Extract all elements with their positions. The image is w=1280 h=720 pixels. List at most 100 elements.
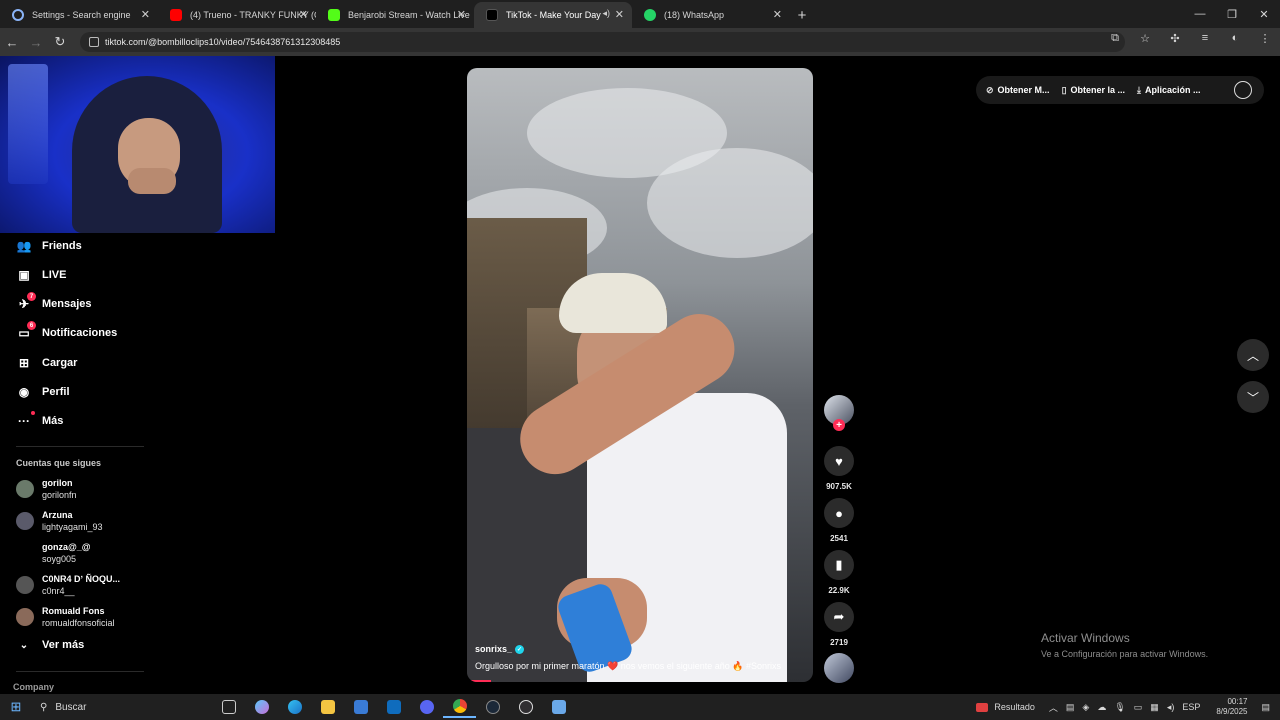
address-bar[interactable]: tiktok.com/@bombilloclips10/video/754643… (80, 32, 1125, 52)
sidebar-item-notifications[interactable]: ▭ 6 Notificaciones (16, 321, 117, 343)
notifications-icon: ▭ 6 (16, 321, 36, 341)
next-video-button[interactable]: ﹀ (1237, 381, 1269, 413)
avatar (16, 480, 34, 498)
windows-taskbar: ⊞ ⚲ Buscar Resultado ︿ ▤ ◈ ☁ 🎙 ▭ ▦ ◂) ES… (0, 694, 1280, 720)
see-more-button[interactable]: ⌄ Ver más (16, 639, 84, 651)
sidebar-item-messages[interactable]: ✈ 7 Mensajes (16, 292, 92, 314)
video-player[interactable]: sonrixs_ ✓ Orgulloso por mi primer marat… (467, 68, 813, 682)
company-link[interactable]: Company (13, 682, 54, 692)
user-avatar[interactable] (1234, 81, 1252, 99)
kick-icon (328, 9, 340, 21)
outlook-icon[interactable] (377, 696, 410, 718)
menu-dots-icon[interactable]: ⋮ (1256, 32, 1274, 45)
forward-icon[interactable]: → (24, 35, 48, 50)
like-button[interactable]: ♥ (824, 446, 854, 476)
activate-windows-watermark: Activar Windows Ve a Configuración para … (1041, 631, 1209, 659)
following-account[interactable]: C0NR4 Dʼ ÑOQU... c0nr4__ (16, 572, 120, 598)
edge-icon[interactable] (278, 696, 311, 718)
obs-icon[interactable] (509, 696, 542, 718)
desktop-app-button[interactable]: ⤓ Aplicación ... (1137, 85, 1201, 96)
taskbar-search[interactable]: ⚲ Buscar (32, 696, 212, 718)
snipping-tool-icon[interactable] (542, 696, 575, 718)
close-icon[interactable]: ✕ (773, 8, 782, 21)
install-app-icon[interactable]: ⧉ (1106, 32, 1124, 45)
previous-video-button[interactable]: ︿ (1237, 339, 1269, 371)
file-explorer-icon[interactable] (311, 696, 344, 718)
new-tab-button[interactable]: + (790, 2, 814, 28)
task-view-icon[interactable] (212, 696, 245, 718)
following-account[interactable]: gonza@_@ soyg005 (16, 540, 91, 566)
webcam-overlay (0, 56, 275, 233)
url-text: tiktok.com/@bombilloclips10/video/754643… (105, 37, 341, 47)
tab-kick[interactable]: Benjarobi Stream - Watch Live ✕ (316, 2, 474, 28)
tray-app-icon[interactable]: ▤ (1066, 702, 1075, 713)
minimize-icon[interactable]: — (1184, 0, 1216, 28)
follow-plus-icon[interactable]: + (833, 419, 845, 431)
microphone-icon[interactable]: 🎙 (1114, 702, 1125, 713)
chevron-up-icon[interactable]: ︿ (1049, 701, 1058, 714)
speaker-icon[interactable]: ◂) (602, 8, 610, 19)
save-button[interactable]: ▮ (824, 550, 854, 580)
close-window-icon[interactable]: ✕ (1248, 0, 1280, 28)
sidebar-item-upload[interactable]: ⊞ Cargar (16, 353, 78, 373)
back-icon[interactable]: ← (0, 35, 24, 50)
tab-whatsapp[interactable]: (18) WhatsApp ✕ (632, 2, 790, 28)
chevron-down-icon: ⌄ (19, 639, 29, 651)
sidebar-item-more[interactable]: ··· Más (16, 411, 63, 431)
network-icon[interactable]: ▦ (1150, 702, 1159, 713)
tab-settings[interactable]: Settings - Search engine ✕ (0, 2, 158, 28)
tab-tiktok[interactable]: TikTok - Make Your Day ◂) ✕ (474, 2, 632, 28)
notification-center-icon[interactable]: ▤ (1261, 702, 1270, 713)
bookmark-star-icon[interactable]: ☆ (1136, 32, 1154, 45)
browser-tab-bar: Settings - Search engine ✕ (4) Trueno - … (0, 0, 1280, 28)
onedrive-icon[interactable]: ☁ (1097, 702, 1106, 713)
store-icon[interactable] (344, 696, 377, 718)
share-count: 2719 (830, 638, 848, 647)
verified-icon: ✓ (515, 644, 525, 654)
whatsapp-icon (644, 9, 656, 21)
language-indicator[interactable]: ESP (1182, 702, 1200, 712)
close-icon[interactable]: ✕ (141, 8, 150, 21)
chevron-up-icon: ︿ (1246, 348, 1259, 363)
get-coins-button[interactable]: ⊘ Obtener M... (986, 85, 1050, 96)
sidebar-item-friends[interactable]: 👥 Friends (16, 236, 82, 256)
following-account[interactable]: Romuald Fons romualdfonsoficial (16, 604, 115, 630)
tray-app-icon[interactable]: ◈ (1082, 702, 1089, 713)
weather-widget[interactable]: Resultado (976, 702, 1035, 712)
sidebar-item-live[interactable]: ▣ LIVE (16, 265, 66, 285)
tab-title: (4) Trueno - TRANKY FUNKY (O (190, 10, 316, 20)
video-author[interactable]: sonrixs_ ✓ (475, 644, 805, 654)
music-disc-avatar[interactable] (824, 653, 854, 683)
profile-icon: ◉ (18, 385, 30, 399)
close-icon[interactable]: ✕ (457, 8, 466, 21)
following-account[interactable]: Arzuna lightyagami_93 (16, 508, 103, 534)
video-progress-bar[interactable] (467, 680, 492, 682)
bookmark-icon: ▮ (835, 557, 843, 572)
phone-icon: ▯ (1061, 84, 1067, 95)
volume-icon[interactable]: ◂) (1167, 702, 1175, 713)
close-icon[interactable]: ✕ (615, 8, 624, 21)
clock[interactable]: 00:17 8/9/2025 (1216, 697, 1247, 717)
maximize-icon[interactable]: ❐ (1216, 0, 1248, 28)
tab-youtube[interactable]: (4) Trueno - TRANKY FUNKY (O ✕ (158, 2, 316, 28)
copilot-icon[interactable] (245, 696, 278, 718)
extensions-icon[interactable]: ✣ (1166, 32, 1184, 45)
steam-icon[interactable] (476, 696, 509, 718)
following-account[interactable]: gorilon gorilonfn (16, 476, 77, 502)
sidebar-item-profile[interactable]: ◉ Perfil (16, 382, 70, 402)
share-button[interactable]: ➦ (824, 602, 854, 632)
reload-icon[interactable]: ↻ (48, 34, 72, 50)
chrome-icon[interactable] (443, 696, 476, 718)
get-app-button[interactable]: ▯ Obtener la ... (1062, 85, 1125, 96)
site-info-icon[interactable] (89, 37, 99, 47)
comment-button[interactable]: ● (824, 498, 854, 528)
avatar (16, 544, 34, 562)
browser-toolbar: ← → ↻ tiktok.com/@bombilloclips10/video/… (0, 28, 1280, 56)
tray-app-icon[interactable]: ▭ (1134, 702, 1143, 713)
discord-icon[interactable] (410, 696, 443, 718)
close-icon[interactable]: ✕ (299, 8, 308, 21)
windows-start-icon[interactable]: ⊞ (0, 699, 32, 715)
tiktok-icon (486, 9, 498, 21)
tab-search-icon[interactable]: ≡ (1196, 32, 1214, 45)
profile-avatar-icon[interactable]: ◐ (1226, 32, 1244, 45)
